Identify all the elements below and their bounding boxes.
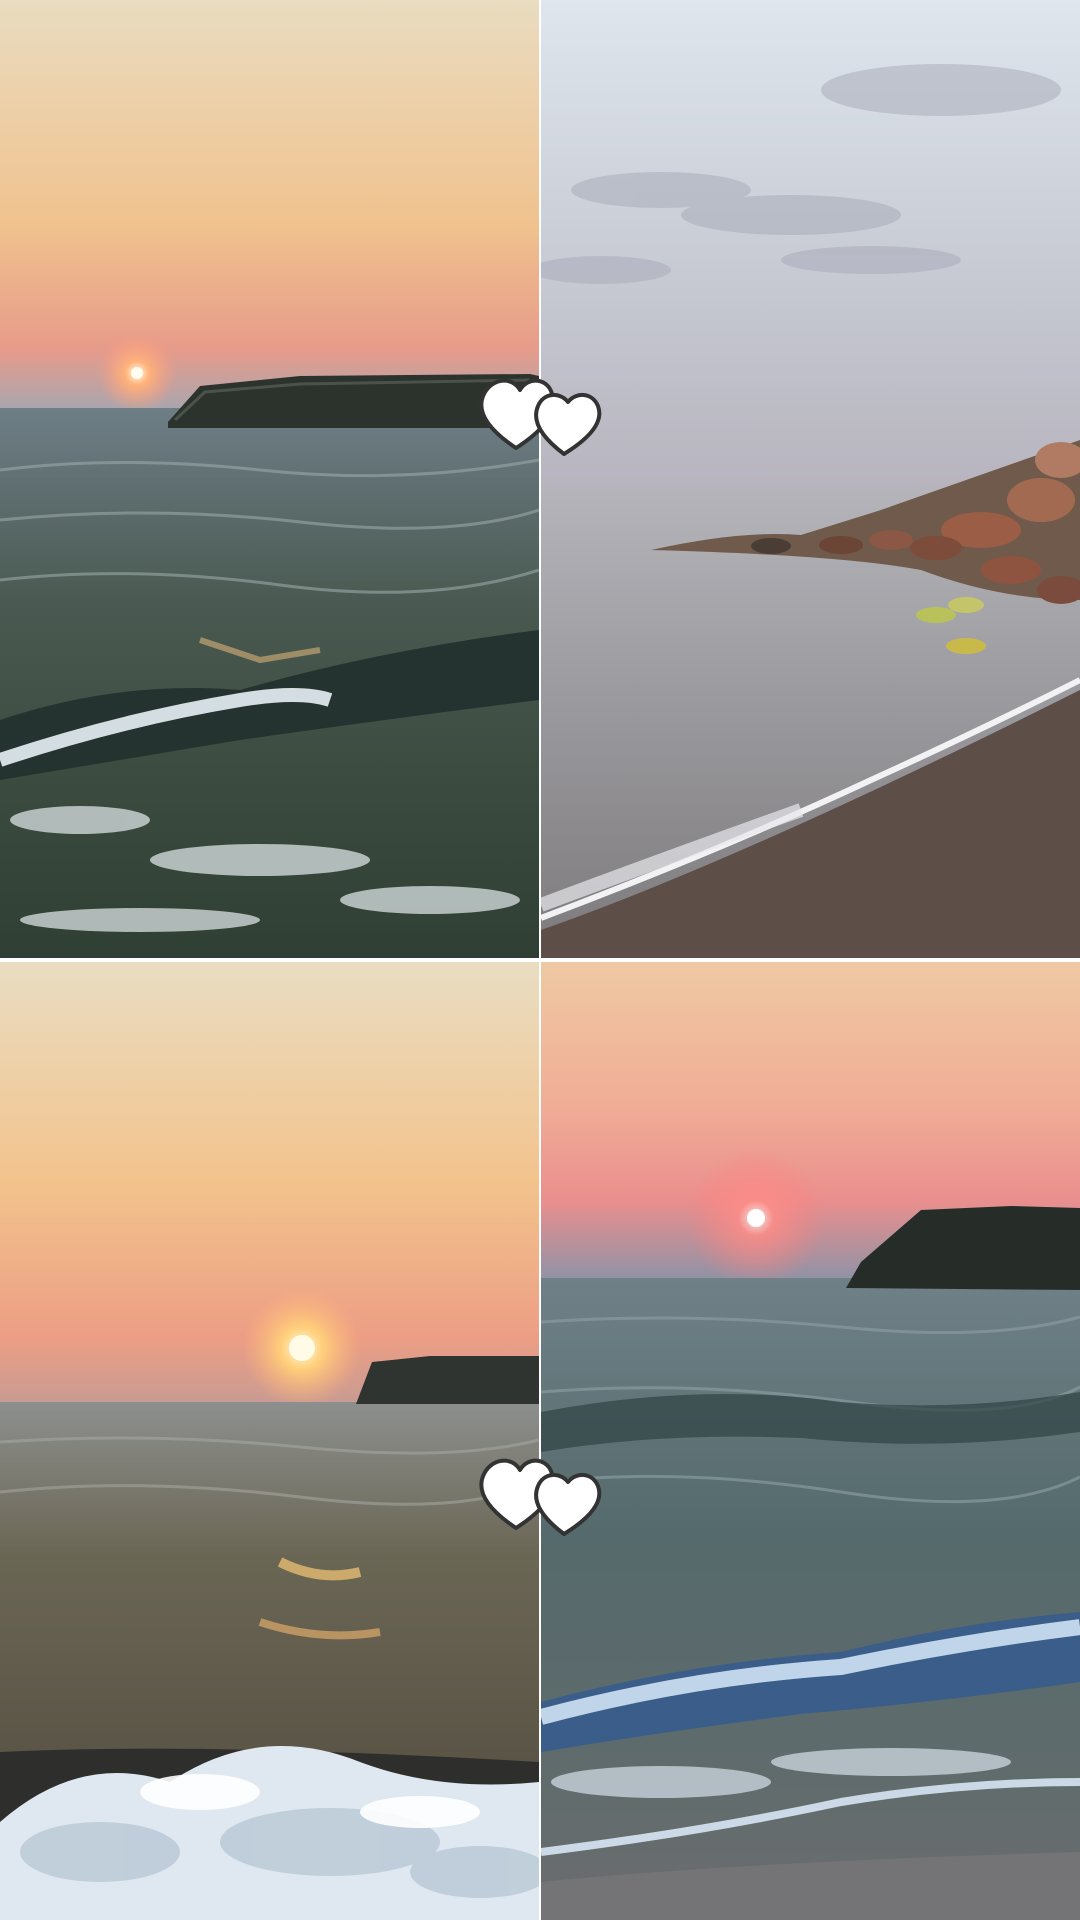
double-heart-icon <box>476 1450 606 1540</box>
photo-pink-sunset-blue-waves <box>541 962 1080 1920</box>
photo-overcast-beach-rocks <box>541 0 1080 958</box>
photo-collage <box>0 0 1080 1920</box>
photo-sunset-breakwater <box>0 0 539 958</box>
photo-golden-sunset-waves <box>0 962 539 1920</box>
double-heart-icon <box>476 370 606 460</box>
